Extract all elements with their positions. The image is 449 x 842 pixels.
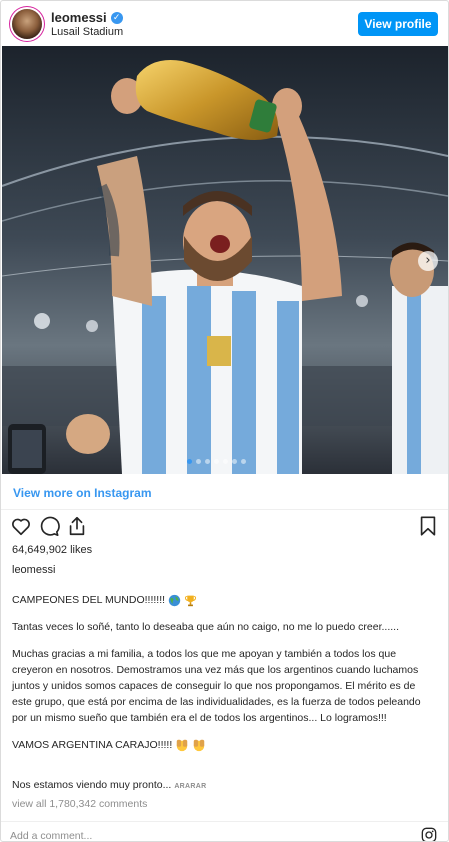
carousel-dot	[223, 459, 228, 464]
caption-paragraph: Tantas veces lo soñé, tanto lo deseaba q…	[12, 621, 400, 633]
covering-face-emoji-icon	[193, 739, 205, 752]
globe-emoji-icon	[168, 594, 181, 606]
caption-paragraph: Muchas gracias a mi familia, a todos los…	[12, 648, 421, 724]
chevron-right-icon[interactable]: ›	[418, 251, 438, 271]
view-more-link[interactable]: View more on Instagram	[13, 486, 152, 500]
carousel-dots	[187, 459, 246, 464]
caption-text: VAMOS ARGENTINA CARAJO!!!!!	[12, 739, 173, 751]
post-photo[interactable]: ›	[2, 46, 448, 474]
covering-face-emoji-icon	[176, 739, 188, 752]
carousel-dot	[205, 459, 210, 464]
avatar[interactable]	[12, 9, 42, 39]
carousel-dot	[232, 459, 237, 464]
share-icon[interactable]	[66, 515, 88, 537]
caption-paragraph: VAMOS ARGENTINA CARAJO!!!!!	[12, 737, 438, 753]
carousel-dot	[187, 459, 192, 464]
username-row: leomessi ✓	[51, 10, 123, 25]
view-all-comments-link[interactable]: view all 1,780,342 comments	[12, 798, 147, 810]
username[interactable]: leomessi	[51, 10, 107, 25]
view-profile-button[interactable]: View profile	[358, 12, 438, 36]
caption: CAMPEONES DEL MUNDO!!!!!!! Tantas veces …	[12, 592, 438, 764]
caption-paragraph: CAMPEONES DEL MUNDO!!!!!!!	[12, 592, 438, 608]
caption-text: Nos estamos viendo muy pronto...	[12, 779, 172, 791]
action-bar	[1, 513, 448, 541]
more-link[interactable]: ARARAR	[174, 783, 206, 790]
caption-owner[interactable]: leomessi	[12, 564, 55, 576]
carousel-dot	[241, 459, 246, 464]
instagram-embed-card: leomessi ✓ Lusail Stadium View profile ›…	[0, 0, 449, 842]
caption-last-line: Nos estamos viendo muy pronto... ARARAR	[12, 779, 206, 791]
photo-illustration	[2, 46, 448, 474]
carousel-dot	[214, 459, 219, 464]
instagram-icon[interactable]	[421, 827, 437, 842]
post-header: leomessi ✓ Lusail Stadium View profile	[1, 1, 448, 46]
view-more-section: View more on Instagram	[1, 474, 448, 510]
heart-icon[interactable]	[10, 515, 32, 537]
comment-icon[interactable]	[38, 515, 60, 537]
bookmark-icon[interactable]	[417, 515, 439, 537]
carousel-dot	[196, 459, 201, 464]
add-comment-input[interactable]	[10, 829, 390, 841]
verified-badge-icon: ✓	[110, 11, 123, 24]
caption-text: CAMPEONES DEL MUNDO!!!!!!!	[12, 594, 166, 606]
add-comment-bar	[1, 821, 448, 842]
likes-count[interactable]: 64,649,902 likes	[12, 544, 92, 556]
trophy-emoji-icon	[184, 595, 196, 606]
location[interactable]: Lusail Stadium	[51, 26, 123, 38]
